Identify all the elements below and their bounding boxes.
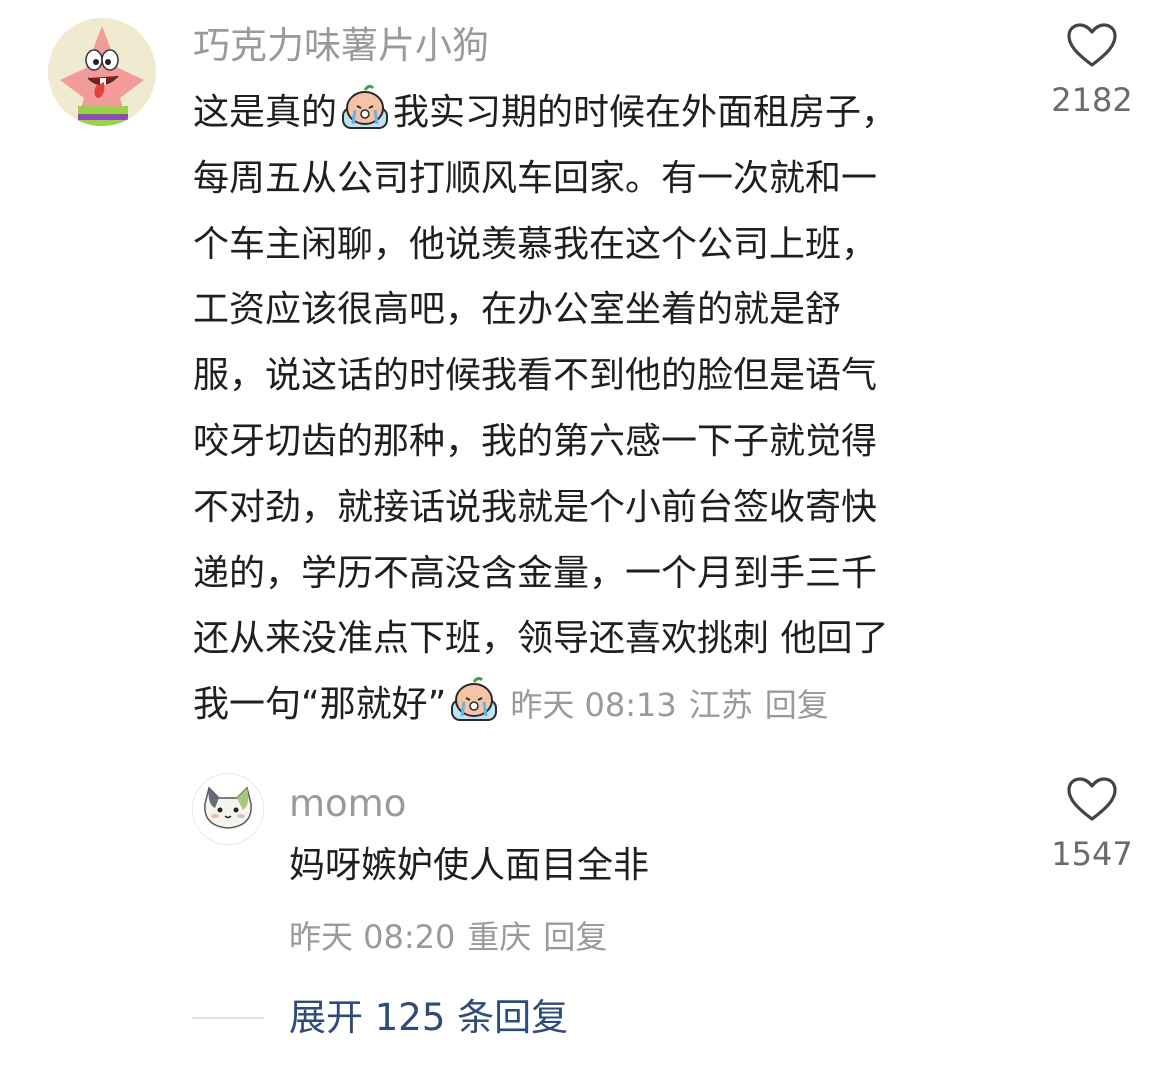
comment-line: 不对劲，就接话说我就是个小前台签收寄快: [193, 486, 878, 528]
comment-line: 咬牙切齿的那种，我的第六感一下子就觉得: [193, 420, 878, 462]
comment-line: 还从来没准点下班，领导还喜欢挑刺 他回了: [193, 618, 889, 660]
cat-avatar-icon: [193, 774, 263, 844]
like-button[interactable]: 2182: [1037, 22, 1147, 120]
comment-meta: 昨天 08:13 江苏 回复: [510, 686, 840, 724]
crying-face-emoji-icon: [446, 676, 502, 724]
comment-line: 这是真的 我实习期的时候在外面租房子，: [193, 80, 1013, 146]
like-count: 1547: [1051, 835, 1133, 873]
comment-line: 递的，学历不高没含金量，一个月到手三千: [193, 552, 878, 594]
comment-last-line: 我一句“那就好” 昨天 08:13 江苏 回复: [193, 672, 1013, 738]
reply-time: 昨天 08:20: [289, 918, 456, 956]
comment-line: 个车主闲聊，他说羡慕我在这个公司上班，: [193, 223, 878, 265]
reply-location: 重庆: [467, 918, 532, 956]
comment-line: 每周五从公司打顺风车回家。有一次就和一: [193, 157, 878, 199]
reply-body: 妈呀嫉妒使人面目全非: [289, 845, 650, 886]
reply-username[interactable]: momo: [289, 778, 406, 830]
heart-icon: [1067, 777, 1117, 821]
reply-button[interactable]: 回复: [543, 918, 607, 956]
comment-username[interactable]: 巧克力味薯片小狗: [193, 20, 489, 72]
heart-icon: [1067, 23, 1117, 67]
comment-line: 服，说这话的时候我看不到他的脸但是语气: [193, 355, 878, 397]
comment-line: 工资应该很高吧，在办公室坐着的就是舒: [193, 289, 842, 331]
like-count: 2182: [1051, 81, 1133, 119]
comment-body: 这是真的 我实习期的时候在外面租房子， 每周五从公司打顺风车回家。有一次就和一 个…: [193, 80, 1013, 738]
divider: [192, 1017, 264, 1019]
comment-time: 昨天 08:13: [510, 686, 677, 725]
crying-face-emoji-icon: [337, 84, 393, 132]
user-avatar[interactable]: [48, 18, 156, 126]
reply-button[interactable]: 回复: [765, 686, 829, 724]
patrick-star-avatar-icon: [48, 18, 156, 126]
reply-user-avatar[interactable]: [192, 773, 264, 845]
comment-location: 江苏: [688, 686, 753, 725]
reply-meta: 昨天 08:20 重庆 回复: [289, 911, 619, 963]
expand-replies-link[interactable]: 展开 125 条回复: [289, 992, 568, 1044]
reply-like-button[interactable]: 1547: [1037, 776, 1147, 874]
